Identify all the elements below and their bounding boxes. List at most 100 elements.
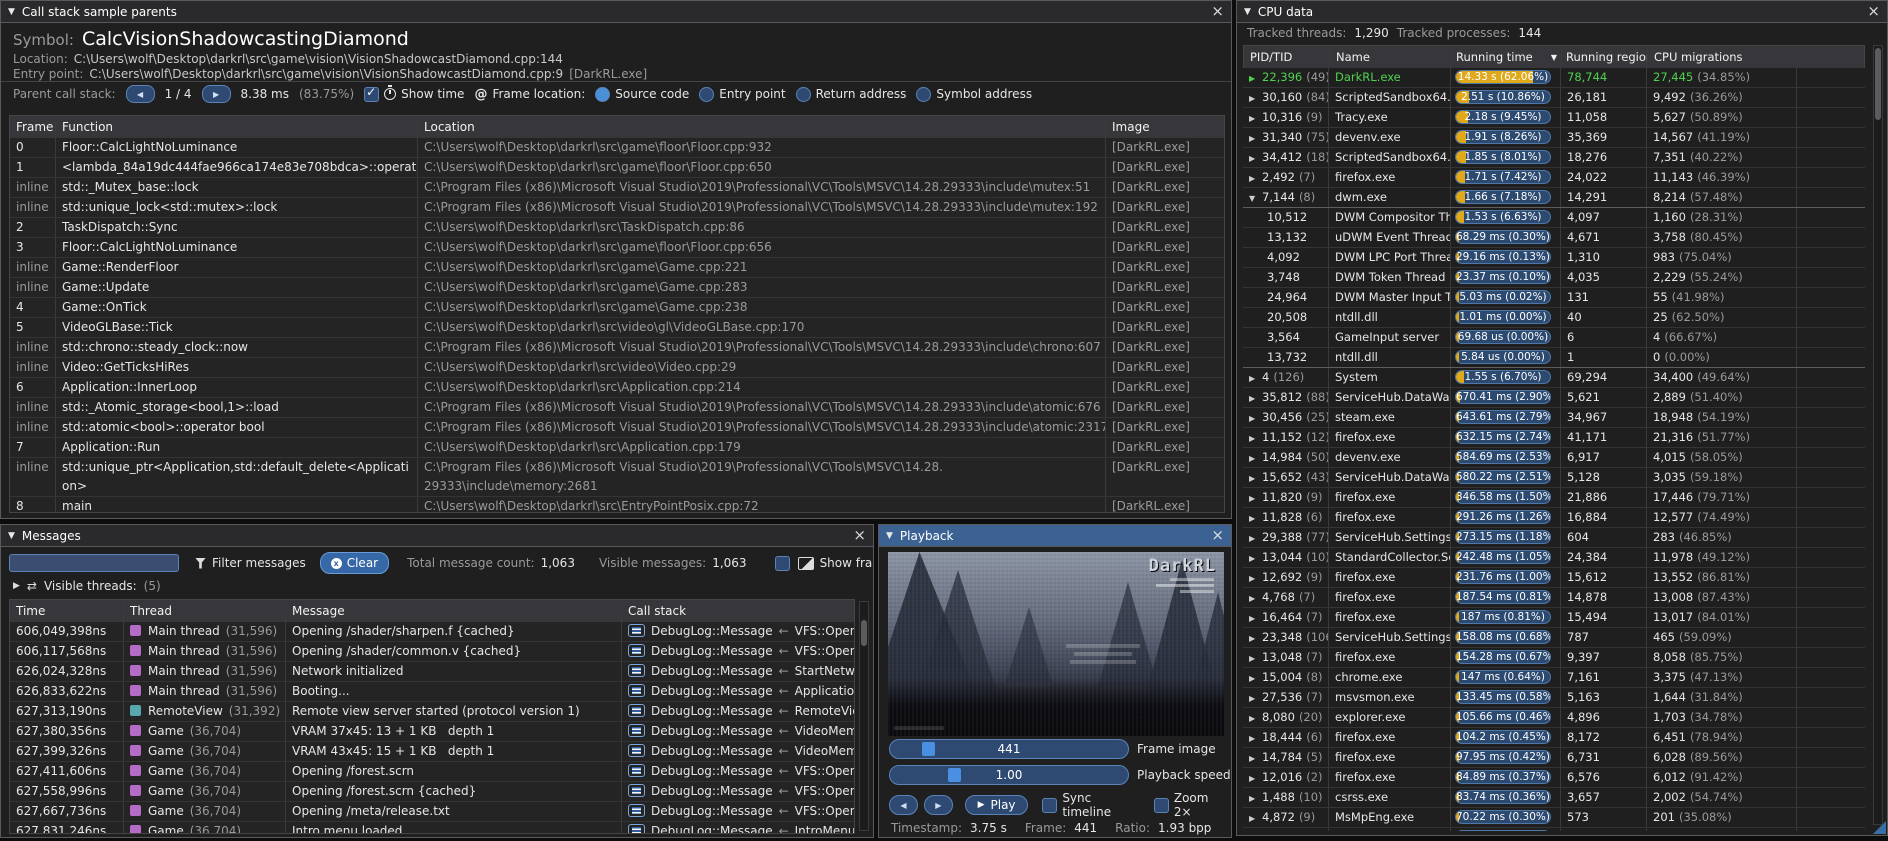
next-sample-button[interactable]: ▶ [202, 85, 231, 103]
callstack-row[interactable]: inlinestd::_Mutex_base::lockC:\Program F… [10, 177, 1224, 197]
cpu-row[interactable]: ▶10,316(9)Tracy.exe2.18 s (9.45%)11,0585… [1243, 107, 1865, 127]
message-row[interactable]: 606,049,398nsMain thread(31,596)Opening … [10, 622, 854, 641]
frame-image-slider[interactable]: 441 [889, 739, 1129, 759]
cpu-row[interactable]: ▶23,348(106)ServiceHub.SettingsHost.exe1… [1243, 627, 1865, 647]
callstack-row[interactable]: 2TaskDispatch::SyncC:\Users\wolf\Desktop… [10, 217, 1224, 237]
callstack-row[interactable]: 3Floor::CalcLightNoLuminanceC:\Users\wol… [10, 237, 1224, 257]
expander-icon[interactable]: ▶ [1249, 149, 1262, 167]
cpu-row[interactable]: ▶16,464(7)firefox.exe187 ms (0.81%)15,49… [1243, 607, 1865, 627]
callstack-row[interactable]: inlinestd::unique_ptr<Application,std::d… [10, 457, 1224, 496]
expander-icon[interactable]: ▶ [1249, 729, 1262, 747]
cpu-row[interactable]: ▶15,004(8)chrome.exe147 ms (0.64%)7,1613… [1243, 667, 1865, 687]
radio-symbol-address[interactable] [916, 87, 931, 102]
expander-icon[interactable]: ▼ [1249, 189, 1262, 207]
expander-icon[interactable]: ▶ [1249, 169, 1262, 187]
col-running-regions[interactable]: Running regions [1562, 46, 1648, 68]
cpu-row[interactable]: ▶11,820(9)firefox.exe346.58 ms (1.50%)21… [1243, 487, 1865, 507]
message-row[interactable]: 606,117,568nsMain thread(31,596)Opening … [10, 641, 854, 661]
expander-icon[interactable]: ▶ [1249, 389, 1262, 407]
callstack-list-icon[interactable] [628, 664, 645, 677]
cpu-row[interactable]: ▶27,536(7)msvsmon.exe133.45 ms (0.58%)5,… [1243, 687, 1865, 707]
callstack-row[interactable]: 1<lambda_84a19dc444fae966ca174e83e708bdc… [10, 157, 1224, 177]
show-time-checkbox[interactable] [364, 87, 379, 102]
close-icon[interactable]: × [1867, 4, 1880, 19]
resize-grip[interactable] [1873, 821, 1886, 834]
callstack-list-icon[interactable] [628, 824, 645, 834]
cpu-row[interactable]: ▶15,652(43)ServiceHub.DataWarehouseHost.… [1243, 467, 1865, 487]
callstack-list-icon[interactable] [628, 644, 645, 657]
message-row[interactable]: 627,399,326nsGame(36,704)VRAM 43x45: 15 … [10, 741, 854, 761]
cpu-row[interactable]: ▶22,396(49)DarkRL.exe14.33 s (62.06%)78,… [1243, 68, 1865, 87]
cpu-row[interactable]: ▶1,488(10)csrss.exe83.74 ms (0.36%)3,657… [1243, 787, 1865, 807]
expander-icon[interactable]: ▶ [1249, 469, 1262, 487]
playback-panel-header[interactable]: ▼ Playback × [879, 525, 1231, 547]
play-button[interactable]: ▶Play [965, 795, 1029, 815]
cpu-row[interactable]: ▶34,412(18)ScriptedSandbox64.exe1.85 s (… [1243, 147, 1865, 167]
expander-icon[interactable]: ▶ [1249, 569, 1262, 587]
cpu-row[interactable]: ▶12,692(9)firefox.exe231.76 ms (1.00%)15… [1243, 567, 1865, 587]
expander-icon[interactable]: ▶ [1249, 589, 1262, 607]
cpu-row[interactable]: 10,512DWM Compositor Thread1.53 s (6.63%… [1243, 207, 1865, 227]
expander-icon[interactable]: ▶ [1249, 789, 1262, 807]
expander-icon[interactable]: ▶ [1249, 669, 1262, 687]
collapse-triangle-icon[interactable]: ▼ [886, 531, 893, 541]
cpu-row[interactable]: ▶8,080(20)explorer.exe105.66 ms (0.46%)4… [1243, 707, 1865, 727]
callstack-row[interactable]: inlinestd::unique_lock<std::mutex>::lock… [10, 197, 1224, 217]
cpu-row[interactable]: ▶13,048(7)firefox.exe154.28 ms (0.67%)9,… [1243, 647, 1865, 667]
callstack-list-icon[interactable] [628, 764, 645, 777]
expander-icon[interactable]: ▶ [1249, 89, 1262, 107]
col-pid-tid[interactable]: PID/TID [1244, 46, 1330, 68]
step-back-button[interactable]: ◀ [889, 795, 918, 815]
cpu-row[interactable]: ▶12,016(2)firefox.exe84.89 ms (0.37%)6,5… [1243, 767, 1865, 787]
col-cpu-migrations[interactable]: CPU migrations [1648, 46, 1798, 68]
message-row[interactable]: 627,667,736nsGame(36,704)Opening /meta/r… [10, 801, 854, 821]
expander-icon[interactable]: ▶ [1249, 449, 1262, 467]
callstack-list-icon[interactable] [628, 624, 645, 637]
cpu-row[interactable]: 24,964DWM Master Input Thread5.03 ms (0.… [1243, 287, 1865, 307]
scrollbar-thumb[interactable] [861, 620, 867, 646]
expander-icon[interactable]: ▶ [1249, 69, 1262, 87]
cpu-row[interactable]: 3,564GameInput server69.68 us (0.00%)64(… [1243, 327, 1865, 347]
message-row[interactable]: 627,558,996nsGame(36,704)Opening /forest… [10, 781, 854, 801]
clear-button[interactable]: xClear [320, 552, 389, 574]
collapse-triangle-icon[interactable]: ▼ [8, 531, 15, 541]
callstack-row[interactable]: 8mainC:\Users\wolf\Desktop\darkrl\src\En… [10, 496, 1224, 513]
expander-icon[interactable]: ▶ [1249, 549, 1262, 567]
filter-input[interactable] [9, 554, 179, 572]
callstack-row[interactable]: 4Game::OnTickC:\Users\wolf\Desktop\darkr… [10, 297, 1224, 317]
cpu-row[interactable]: ▶11,828(6)firefox.exe291.26 ms (1.26%)16… [1243, 507, 1865, 527]
message-row[interactable]: 627,831,246nsGame(36,704)Intro menu load… [10, 821, 854, 834]
expander-icon[interactable]: ▶ [1249, 409, 1262, 427]
cpu-row[interactable]: ▶30,160(84)ScriptedSandbox64.exe2.51 s (… [1243, 87, 1865, 107]
expander-icon[interactable]: ▶ [1249, 489, 1262, 507]
callstack-row[interactable]: 0Floor::CalcLightNoLuminanceC:\Users\wol… [10, 138, 1224, 157]
message-row[interactable]: 627,411,606nsGame(36,704)Opening /forest… [10, 761, 854, 781]
close-icon[interactable]: × [1211, 528, 1224, 543]
cpu-row[interactable]: ▶2,492(7)firefox.exe1.71 s (7.42%)24,022… [1243, 167, 1865, 187]
expander-icon[interactable]: ▶ [1249, 649, 1262, 667]
step-forward-button[interactable]: ▶ [924, 795, 953, 815]
radio-entry-point[interactable] [699, 87, 714, 102]
cpu-row[interactable]: ▶35,812(88)ServiceHub.DataWarehouseHost.… [1243, 387, 1865, 407]
cpu-row[interactable]: ▶4(126)System1.55 s (6.70%)69,29434,400(… [1243, 367, 1865, 387]
expander-icon[interactable]: ▶ [1249, 509, 1262, 527]
cpu-row[interactable]: ▶29,388(77)ServiceHub.SettingsHost.exe27… [1243, 527, 1865, 547]
messages-panel-header[interactable]: ▼ Messages × [1, 525, 873, 547]
show-frame-checkbox[interactable] [775, 556, 790, 571]
message-row[interactable]: 627,313,190nsRemoteView(31,392)Remote vi… [10, 701, 854, 721]
cpu-row[interactable]: ▶11,152(12)firefox.exe632.15 ms (2.74%)4… [1243, 427, 1865, 447]
callstack-row[interactable]: 6Application::InnerLoopC:\Users\wolf\Des… [10, 377, 1224, 397]
prev-sample-button[interactable]: ◀ [126, 85, 155, 103]
close-icon[interactable]: × [1211, 4, 1224, 19]
message-row[interactable]: 626,024,328nsMain thread(31,596)Network … [10, 661, 854, 681]
expander-icon[interactable]: ▶ [1249, 829, 1262, 831]
callstack-row[interactable]: 5VideoGLBase::TickC:\Users\wolf\Desktop\… [10, 317, 1224, 337]
expander-icon[interactable]: ▶ [1249, 689, 1262, 707]
expander-icon[interactable]: ▶ [13, 581, 20, 591]
cpu-row[interactable]: 3,748DWM Token Thread23.37 ms (0.10%)4,0… [1243, 267, 1865, 287]
callstack-panel-header[interactable]: ▼ Call stack sample parents × [1, 1, 1231, 23]
callstack-list-icon[interactable] [628, 804, 645, 817]
cpu-row[interactable]: ▼7,144(8)dwm.exe1.66 s (7.18%)14,2918,21… [1243, 187, 1865, 207]
callstack-row[interactable]: inlinestd::_Atomic_storage<bool,1>::load… [10, 397, 1224, 417]
callstack-row[interactable]: inlinestd::chrono::steady_clock::nowC:\P… [10, 337, 1224, 357]
